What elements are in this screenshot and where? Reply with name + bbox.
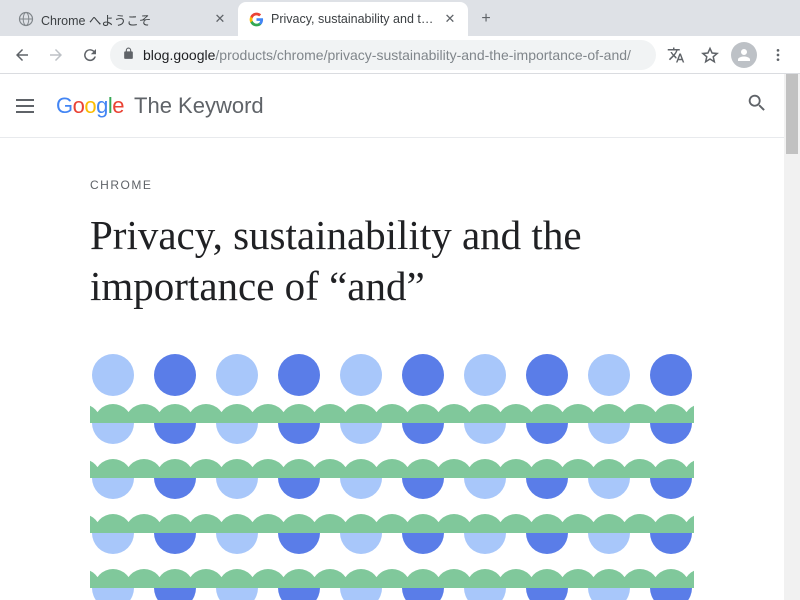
globe-icon [18,11,34,27]
hamburger-menu-icon[interactable] [16,94,40,118]
reload-button[interactable] [76,41,104,69]
tab-close-icon[interactable]: ✕ [212,11,228,27]
url-text: blog.google/products/chrome/privacy-sust… [143,47,631,63]
address-bar[interactable]: blog.google/products/chrome/privacy-sust… [110,40,656,70]
site-header: Google The Keyword [0,74,784,138]
profile-avatar[interactable] [730,41,758,69]
google-logo[interactable]: Google [56,93,124,119]
article: CHROME Privacy, sustainability and the i… [0,138,784,600]
bookmark-star-icon[interactable] [696,41,724,69]
tab-title: Chrome へようこそ [41,10,205,29]
tab-close-icon[interactable]: ✕ [442,11,458,27]
article-category[interactable]: CHROME [90,178,694,192]
search-icon[interactable] [746,92,768,119]
page-content: Google The Keyword CHROME Privacy, susta… [0,74,784,600]
browser-toolbar: blog.google/products/chrome/privacy-sust… [0,36,800,74]
back-button[interactable] [8,41,36,69]
scrollbar-thumb[interactable] [786,74,798,154]
google-g-icon [248,11,264,27]
vertical-scrollbar[interactable] [784,74,800,600]
browser-tab-inactive[interactable]: Chrome へようこそ ✕ [8,2,238,36]
browser-tab-active[interactable]: Privacy, sustainability and the im… ✕ [238,2,468,36]
lock-icon [122,47,135,63]
tab-strip: Chrome へようこそ ✕ Privacy, sustainability a… [0,0,800,36]
tab-title: Privacy, sustainability and the im… [271,12,435,26]
forward-button[interactable] [42,41,70,69]
new-tab-button[interactable]: + [472,5,500,33]
site-name[interactable]: The Keyword [134,93,264,119]
kebab-menu-icon[interactable] [764,41,792,69]
translate-icon[interactable] [662,41,690,69]
hero-illustration [90,353,694,600]
article-headline: Privacy, sustainability and the importan… [90,210,694,313]
